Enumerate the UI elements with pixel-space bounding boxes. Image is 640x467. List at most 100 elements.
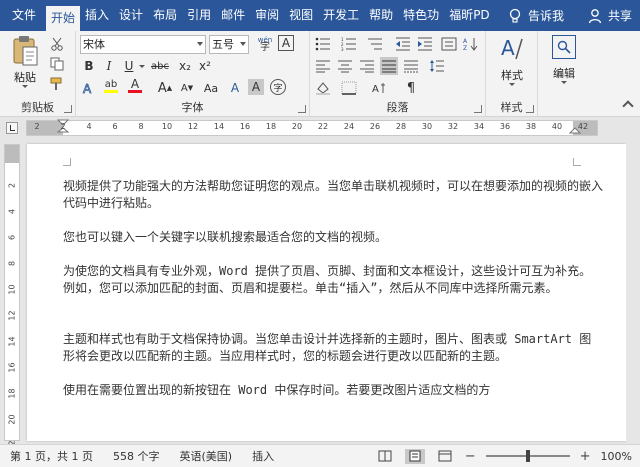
tab-layout[interactable]: 布局 bbox=[148, 0, 182, 31]
web-layout-icon[interactable] bbox=[435, 449, 455, 464]
svg-text:A: A bbox=[372, 84, 379, 95]
char-shading-label: A bbox=[251, 80, 261, 94]
line-spacing-icon[interactable] bbox=[428, 57, 446, 75]
align-left-icon[interactable] bbox=[314, 57, 332, 75]
editing-button[interactable]: 编辑 bbox=[544, 35, 584, 93]
tab-view[interactable]: 视图 bbox=[284, 0, 318, 31]
multilevel-list-icon[interactable] bbox=[366, 35, 384, 53]
doc-paragraph[interactable]: 使用在需要位置出现的新按钮在 Word 中保存时间。若要更改图片适应文档的方 bbox=[63, 382, 603, 399]
tab-references[interactable]: 引用 bbox=[182, 0, 216, 31]
align-center-icon[interactable] bbox=[336, 57, 354, 75]
vertical-scrollbar[interactable] bbox=[626, 139, 640, 441]
text-effects-button[interactable]: A bbox=[80, 79, 98, 97]
increase-indent-icon[interactable] bbox=[416, 35, 434, 53]
grow-font-button[interactable]: A ▲ bbox=[156, 79, 174, 97]
tab-foxit[interactable]: 福昕PD bbox=[444, 0, 494, 31]
tab-developer[interactable]: 开发工 bbox=[318, 0, 364, 31]
ruler-tick-label: 34 bbox=[473, 122, 485, 131]
zoom-level[interactable]: 100% bbox=[601, 450, 632, 463]
page-count[interactable]: 第 1 页，共 1 页 bbox=[0, 448, 103, 464]
copy-icon[interactable] bbox=[48, 55, 66, 73]
paragraph-launcher[interactable] bbox=[474, 105, 482, 113]
bullets-icon[interactable] bbox=[314, 35, 332, 53]
asian-layout-icon[interactable]: A bbox=[370, 79, 388, 97]
zoom-slider-thumb[interactable] bbox=[525, 450, 530, 462]
format-painter-icon[interactable] bbox=[48, 75, 66, 93]
justify-icon[interactable] bbox=[380, 57, 398, 75]
horizontal-ruler[interactable]: 2 2 4 6 8 10 12 14 16 18 20 22 24 26 28 30 32 34 36 38 40 42 bbox=[26, 119, 598, 136]
doc-paragraph[interactable]: 为使您的文档具有专业外观，Word 提供了页眉、页脚、封面和文本框设计，这些设计… bbox=[63, 263, 603, 297]
read-mode-icon[interactable] bbox=[375, 449, 395, 464]
tab-mailings[interactable]: 邮件 bbox=[216, 0, 250, 31]
clipboard-launcher[interactable] bbox=[64, 105, 72, 113]
tab-help[interactable]: 帮助 bbox=[364, 0, 398, 31]
strikethrough-button[interactable]: abc bbox=[148, 57, 172, 75]
zoom-out-button[interactable]: − bbox=[465, 449, 476, 464]
bold-button[interactable]: B bbox=[80, 57, 98, 75]
chinese-layout-icon[interactable] bbox=[440, 35, 458, 53]
font-color-button[interactable]: A bbox=[126, 77, 144, 95]
font-size-value: 五号 bbox=[212, 38, 234, 51]
char-border-button[interactable]: A bbox=[278, 35, 294, 51]
tab-stop-selector[interactable] bbox=[6, 122, 18, 134]
styles-launcher[interactable] bbox=[526, 105, 534, 113]
collapse-ribbon-icon[interactable] bbox=[622, 100, 634, 112]
italic-button[interactable]: I bbox=[100, 57, 118, 75]
doc-paragraph[interactable]: 视频提供了功能强大的方法帮助您证明您的观点。当您单击联机视频时，可以在想要添加的… bbox=[63, 178, 603, 212]
ruler-tick-label: 8 bbox=[138, 122, 144, 131]
shrink-font-button[interactable]: A ▼ bbox=[178, 79, 196, 97]
styles-button[interactable]: A 样式 bbox=[494, 35, 530, 93]
paste-button[interactable]: 粘贴 bbox=[8, 35, 42, 91]
tell-me-search[interactable]: 告诉我 bbox=[528, 7, 564, 24]
word-count[interactable]: 558 个字 bbox=[103, 448, 170, 464]
numbering-icon[interactable]: 123 bbox=[340, 35, 358, 53]
enclose-char-button[interactable]: 字 bbox=[270, 79, 286, 95]
underline-button[interactable]: U bbox=[120, 57, 138, 75]
show-marks-icon[interactable]: ¶ bbox=[402, 79, 420, 97]
zoom-in-button[interactable]: + bbox=[580, 449, 591, 464]
doc-paragraph[interactable]: 您也可以键入一个关键字以联机搜索最适合您的文档的视频。 bbox=[63, 229, 603, 246]
document-page[interactable]: 视频提供了功能强大的方法帮助您证明您的观点。当您单击联机视频时，可以在想要添加的… bbox=[27, 144, 626, 441]
font-name-select[interactable]: 宋体 bbox=[80, 35, 206, 54]
vertical-ruler[interactable]: 246810121416182022 bbox=[4, 144, 20, 451]
clear-format-label: A bbox=[230, 81, 240, 95]
chevron-down-icon bbox=[240, 42, 246, 46]
print-layout-icon[interactable] bbox=[404, 448, 425, 464]
tab-file[interactable]: 文件 bbox=[0, 0, 46, 31]
distributed-icon[interactable] bbox=[402, 57, 420, 75]
change-case-button[interactable]: Aa bbox=[202, 79, 220, 97]
subscript-button[interactable]: x₂ bbox=[176, 57, 194, 75]
crop-mark-top-right bbox=[573, 158, 581, 166]
editing-group: 编辑 bbox=[538, 31, 590, 117]
sort-icon[interactable]: AZ bbox=[462, 35, 480, 53]
shading-icon[interactable] bbox=[314, 79, 332, 97]
tab-bar-right: 告诉我 共享 bbox=[506, 0, 640, 31]
decrease-indent-icon[interactable] bbox=[394, 35, 412, 53]
underline-dropdown-arrow[interactable] bbox=[139, 65, 145, 68]
share-button[interactable]: 共享 bbox=[608, 7, 632, 24]
tab-insert[interactable]: 插入 bbox=[80, 0, 114, 31]
insert-mode[interactable]: 插入 bbox=[242, 448, 284, 464]
char-shading-button[interactable]: A bbox=[248, 79, 264, 95]
borders-icon[interactable] bbox=[340, 79, 358, 97]
language-indicator[interactable]: 英语(美国) bbox=[169, 448, 242, 464]
font-size-select[interactable]: 五号 bbox=[209, 35, 249, 54]
tab-review[interactable]: 审阅 bbox=[250, 0, 284, 31]
document-body[interactable]: 视频提供了功能强大的方法帮助您证明您的观点。当您单击联机视频时，可以在想要添加的… bbox=[63, 178, 603, 399]
phonetic-guide-button[interactable]: wén 字 bbox=[256, 35, 274, 53]
superscript-button[interactable]: x² bbox=[196, 57, 214, 75]
clear-format-button[interactable]: A bbox=[226, 79, 244, 97]
highlight-button[interactable]: ab bbox=[102, 77, 120, 95]
lightbulb-icon[interactable] bbox=[506, 7, 524, 25]
align-right-icon[interactable] bbox=[358, 57, 376, 75]
cut-icon[interactable] bbox=[48, 35, 66, 53]
highlight-label: ab bbox=[104, 78, 118, 90]
zoom-slider[interactable] bbox=[485, 450, 570, 462]
font-launcher[interactable] bbox=[298, 105, 306, 113]
tab-design[interactable]: 设计 bbox=[114, 0, 148, 31]
tab-special[interactable]: 特色功 bbox=[398, 0, 444, 31]
doc-paragraph[interactable]: 主题和样式也有助于文档保持协调。当您单击设计并选择新的主题时，图片、图表或 Sm… bbox=[63, 331, 603, 365]
status-right: − + 100% bbox=[375, 448, 640, 464]
caret-up-icon: ▲ bbox=[166, 84, 173, 92]
tab-home[interactable]: 开始 bbox=[46, 6, 81, 31]
